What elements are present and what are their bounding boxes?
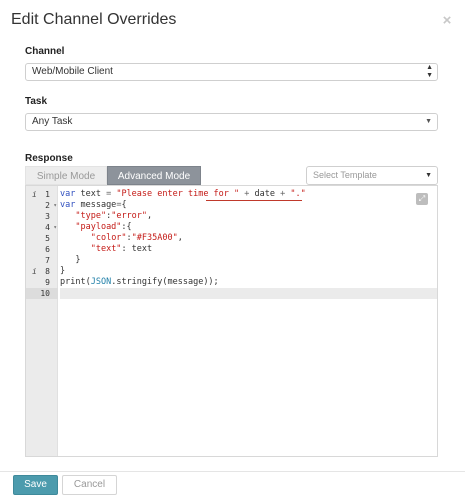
gutter-line: i 1 — [32, 190, 50, 199]
channel-label: Channel — [25, 46, 65, 57]
fold-arrow-icon[interactable]: ▾ — [53, 200, 57, 211]
modal-title: Edit Channel Overrides — [11, 11, 177, 28]
gutter-line: 5 — [45, 234, 50, 243]
gutter-line: 4 ▾ — [45, 222, 57, 233]
code-line: "payload":{ — [75, 222, 132, 232]
code-editor[interactable]: i 1 2 ▾ 3 4 ▾ 5 6 7 i 8 9 10 var text = … — [25, 185, 438, 457]
tab-simple-mode[interactable]: Simple Mode — [25, 166, 107, 185]
cancel-button[interactable]: Cancel — [62, 475, 117, 495]
info-icon: i — [32, 267, 37, 276]
code-line: var text = "Please enter time for " + da… — [60, 189, 306, 199]
expand-icon[interactable]: ⤢ — [416, 193, 428, 205]
code-line: } — [60, 266, 66, 276]
response-label: Response — [25, 153, 73, 164]
gutter-line-active: 10 — [26, 288, 58, 299]
mode-tabs: Simple Mode Advanced Mode — [25, 166, 201, 185]
gutter-line: 7 — [45, 256, 50, 265]
chevron-down-icon: ▼ — [425, 118, 432, 125]
code-line: } — [60, 255, 81, 265]
gutter-line: 6 — [45, 245, 50, 254]
code-line: "type":"error", — [75, 211, 153, 221]
lint-error-underline — [206, 200, 302, 201]
template-select[interactable]: Select Template ▼ — [306, 166, 438, 185]
task-label: Task — [25, 96, 48, 107]
task-select[interactable]: Any Task ▼ — [25, 113, 438, 131]
info-icon: i — [32, 190, 37, 199]
channel-select-value: Web/Mobile Client — [32, 66, 113, 77]
code-line: var message={ — [60, 200, 127, 210]
save-button[interactable]: Save — [13, 475, 58, 495]
gutter-line: 2 ▾ — [45, 200, 57, 211]
code-line: "color":"#F35A00", — [90, 233, 183, 243]
code-line: print(JSON.stringify(message)); — [60, 277, 219, 287]
close-icon[interactable]: × — [441, 13, 453, 28]
code-line-active — [60, 288, 437, 299]
code-line: "text": text — [90, 244, 153, 254]
tab-advanced-mode[interactable]: Advanced Mode — [107, 166, 201, 185]
footer-divider — [0, 471, 465, 472]
updown-arrows-icon: ▲ ▼ — [426, 64, 433, 79]
template-select-placeholder: Select Template — [313, 170, 377, 180]
gutter-line: 9 — [45, 278, 50, 287]
fold-arrow-icon[interactable]: ▾ — [53, 222, 57, 233]
gutter-line: 3 — [45, 212, 50, 221]
gutter-line: i 8 — [32, 267, 50, 276]
chevron-down-icon: ▼ — [425, 172, 432, 179]
editor-gutter: i 1 2 ▾ 3 4 ▾ 5 6 7 i 8 9 10 — [26, 186, 58, 456]
task-select-value: Any Task — [32, 116, 73, 127]
channel-select[interactable]: Web/Mobile Client ▲ ▼ — [25, 63, 438, 81]
